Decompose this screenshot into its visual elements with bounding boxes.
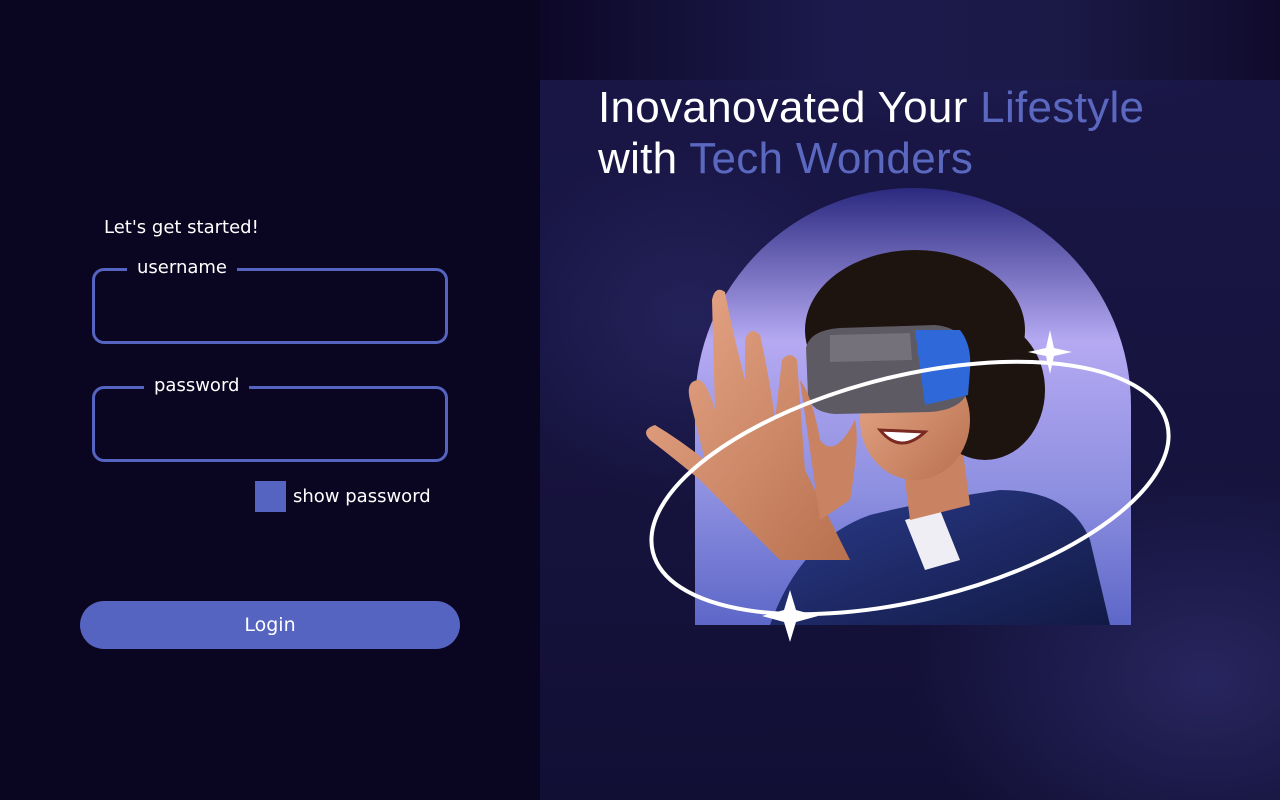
username-label: username xyxy=(127,256,237,280)
password-field[interactable]: password xyxy=(92,374,448,462)
password-input[interactable] xyxy=(109,405,431,443)
hero-headline: Inovanovated Your Lifestyle with Tech Wo… xyxy=(598,82,1238,184)
vr-headset-icon xyxy=(806,325,971,414)
headline-line2-accent: Tech Wonders xyxy=(689,134,974,183)
show-password-label: show password xyxy=(293,485,431,507)
username-field[interactable]: username xyxy=(92,256,448,344)
greeting-text: Let's get started! xyxy=(104,217,259,238)
password-label: password xyxy=(144,374,250,398)
login-button[interactable]: Login xyxy=(80,601,460,649)
headline-line2: with xyxy=(598,134,690,183)
hero-top-strip xyxy=(540,0,1280,80)
hero-illustration xyxy=(646,188,1171,642)
headline-line1-accent: Lifestyle xyxy=(980,83,1145,132)
show-password-checkbox[interactable] xyxy=(255,480,286,512)
headline-line1: Inovanovated Your xyxy=(598,83,981,132)
username-input[interactable] xyxy=(109,287,431,325)
show-password-toggle[interactable]: show password xyxy=(255,480,431,512)
